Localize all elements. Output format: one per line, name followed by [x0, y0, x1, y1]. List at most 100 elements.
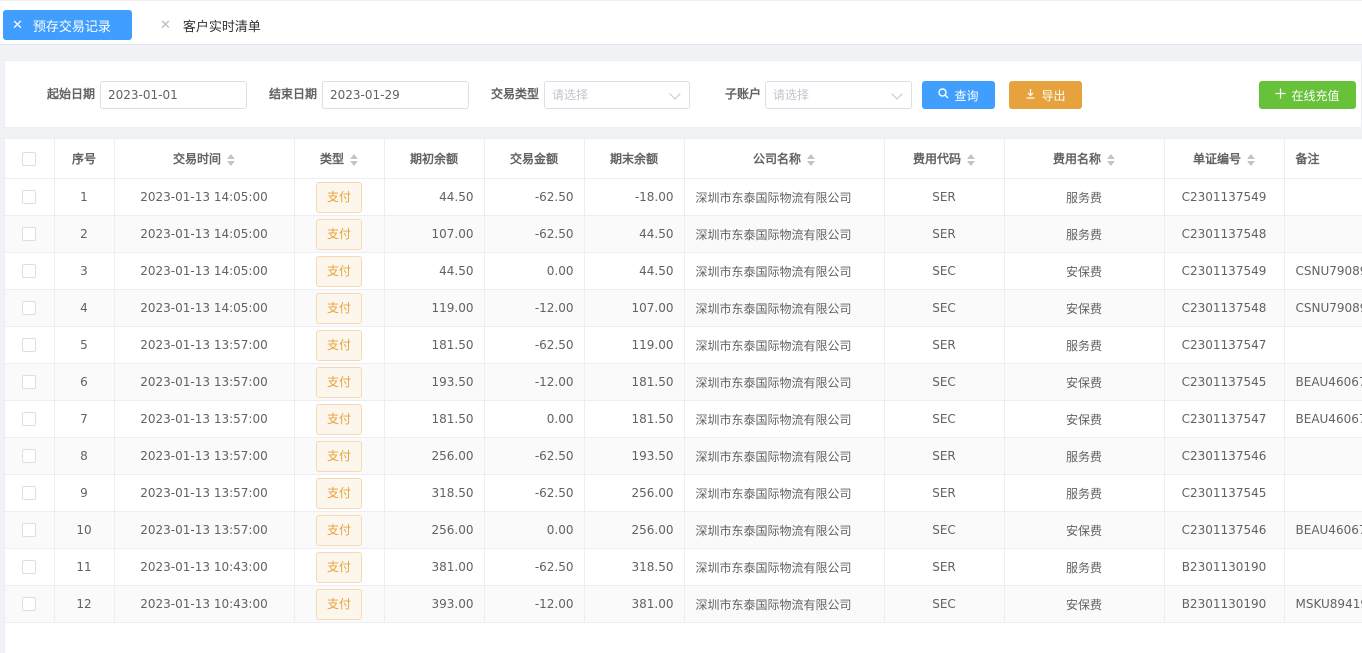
close-icon[interactable]: ✕	[12, 18, 23, 33]
cell-open-balance: 193.50	[384, 363, 485, 401]
cell-voucher: C2301137548	[1164, 215, 1285, 253]
cell-amount: 0.00	[484, 511, 585, 549]
end-date-input[interactable]: 2023-01-29	[322, 81, 469, 109]
table-row[interactable]: 6 2023-01-13 13:57:00 支付 193.50 -12.00 181.50…	[5, 363, 1362, 401]
cell-amount: -62.50	[484, 178, 585, 216]
row-checkbox[interactable]	[22, 412, 37, 427]
row-checkbox[interactable]	[22, 227, 37, 242]
cell-remark: CSNU79089	[1284, 289, 1362, 327]
header-type[interactable]: 类型	[294, 138, 385, 179]
row-checkbox[interactable]	[22, 449, 37, 464]
cell-amount: -12.00	[484, 289, 585, 327]
export-button-label: 导出	[1041, 88, 1066, 103]
row-checkbox[interactable]	[22, 301, 37, 316]
cell-fee-name: 安保费	[1004, 400, 1165, 438]
row-checkbox[interactable]	[22, 338, 37, 353]
table-row[interactable]: 2 2023-01-13 14:05:00 支付 107.00 -62.50 44.50 深…	[5, 215, 1362, 253]
online-recharge-button-label: 在线充值	[1291, 88, 1340, 103]
table-row[interactable]: 8 2023-01-13 13:57:00 支付 256.00 -62.50 193.50…	[5, 437, 1362, 475]
download-icon	[1025, 88, 1036, 102]
table-row[interactable]: 12 2023-01-13 10:43:00 支付 393.00 -12.00 381.0…	[5, 585, 1362, 623]
header-amount-label: 交易金额	[509, 152, 558, 166]
cell-open-balance: 119.00	[384, 289, 485, 327]
header-fee-code-label: 费用代码	[912, 152, 961, 166]
row-select-cell	[5, 326, 55, 364]
trade-type-label: 交易类型	[491, 87, 540, 101]
cell-open-balance: 381.00	[384, 548, 485, 586]
row-select-cell	[5, 252, 55, 290]
cell-company: 深圳市东泰国际物流有限公司	[684, 474, 885, 512]
cell-index: 1	[54, 178, 115, 216]
header-company[interactable]: 公司名称	[684, 138, 885, 179]
table-row[interactable]: 4 2023-01-13 14:05:00 支付 119.00 -12.00 107.00…	[5, 289, 1362, 327]
cell-type: 支付	[294, 585, 385, 623]
select-all-checkbox[interactable]	[22, 151, 37, 166]
cell-fee-name: 安保费	[1004, 289, 1165, 327]
cell-fee-code: SEC	[884, 252, 1005, 290]
cell-time: 2023-01-13 10:43:00	[114, 585, 295, 623]
table-row[interactable]: 11 2023-01-13 10:43:00 支付 381.00 -62.50 318.5…	[5, 548, 1362, 586]
tab-customer-list[interactable]: ✕ 客户实时清单	[160, 10, 261, 40]
cell-time: 2023-01-13 13:57:00	[114, 400, 295, 438]
row-checkbox[interactable]	[22, 597, 37, 612]
cell-amount: -12.00	[484, 363, 585, 401]
sort-icon[interactable]	[1107, 153, 1115, 166]
cell-fee-code: SER	[884, 474, 1005, 512]
cell-time: 2023-01-13 10:43:00	[114, 548, 295, 586]
cell-open-balance: 318.50	[384, 474, 485, 512]
row-checkbox[interactable]	[22, 375, 37, 390]
sort-icon[interactable]	[227, 153, 235, 166]
table-row[interactable]: 5 2023-01-13 13:57:00 支付 181.50 -62.50 119.00…	[5, 326, 1362, 364]
row-select-cell	[5, 178, 55, 216]
cell-time: 2023-01-13 14:05:00	[114, 252, 295, 290]
cell-open-balance: 393.00	[384, 585, 485, 623]
search-icon	[938, 88, 949, 102]
cell-remark: BEAU46067	[1284, 363, 1362, 401]
sort-icon[interactable]	[350, 153, 358, 166]
start-date-input[interactable]: 2023-01-01	[100, 81, 247, 109]
cell-type: 支付	[294, 548, 385, 586]
sort-icon[interactable]	[1247, 153, 1255, 166]
tab-prestore-records[interactable]: ✕ 预存交易记录	[3, 10, 132, 40]
sub-account-select[interactable]: 请选择	[765, 81, 912, 109]
sort-icon[interactable]	[807, 153, 815, 166]
cell-fee-name: 服务费	[1004, 178, 1165, 216]
cell-company: 深圳市东泰国际物流有限公司	[684, 178, 885, 216]
sort-icon[interactable]	[967, 153, 975, 166]
cell-fee-name: 安保费	[1004, 511, 1165, 549]
row-checkbox[interactable]	[22, 523, 37, 538]
header-time[interactable]: 交易时间	[114, 138, 295, 179]
cell-voucher: C2301137549	[1164, 178, 1285, 216]
table-row[interactable]: 1 2023-01-13 14:05:00 支付 44.50 -62.50 -18.00 深…	[5, 178, 1362, 216]
cell-company: 深圳市东泰国际物流有限公司	[684, 437, 885, 475]
header-voucher[interactable]: 单证编号	[1164, 138, 1285, 179]
table-row[interactable]: 10 2023-01-13 13:57:00 支付 256.00 0.00 256.00 深…	[5, 511, 1362, 549]
table-header-row: 序号 交易时间 类型 期初余额 交易金额 期末余额 公司名称 费用代码 费用名称…	[5, 138, 1362, 179]
close-icon[interactable]: ✕	[160, 18, 171, 33]
plus-icon	[1275, 88, 1286, 102]
cell-close-balance: 181.50	[584, 400, 685, 438]
header-time-label: 交易时间	[172, 152, 221, 166]
table-row[interactable]: 9 2023-01-13 13:57:00 支付 318.50 -62.50 256.00…	[5, 474, 1362, 512]
row-select-cell	[5, 215, 55, 253]
online-recharge-button[interactable]: 在线充值	[1259, 81, 1356, 109]
cell-company: 深圳市东泰国际物流有限公司	[684, 585, 885, 623]
cell-amount: 0.00	[484, 400, 585, 438]
search-button[interactable]: 查询	[922, 81, 995, 109]
row-checkbox[interactable]	[22, 190, 37, 205]
cell-company: 深圳市东泰国际物流有限公司	[684, 548, 885, 586]
cell-amount: -62.50	[484, 326, 585, 364]
row-checkbox[interactable]	[22, 264, 37, 279]
table-row[interactable]: 3 2023-01-13 14:05:00 支付 44.50 0.00 44.50 深圳市东…	[5, 252, 1362, 290]
cell-fee-name: 服务费	[1004, 474, 1165, 512]
cell-fee-name: 服务费	[1004, 326, 1165, 364]
cell-close-balance: 44.50	[584, 252, 685, 290]
cell-amount: -62.50	[484, 474, 585, 512]
table-row[interactable]: 7 2023-01-13 13:57:00 支付 181.50 0.00 181.50 深圳…	[5, 400, 1362, 438]
header-fee-name[interactable]: 费用名称	[1004, 138, 1165, 179]
trade-type-select[interactable]: 请选择	[544, 81, 690, 109]
row-checkbox[interactable]	[22, 560, 37, 575]
header-fee-code[interactable]: 费用代码	[884, 138, 1005, 179]
export-button[interactable]: 导出	[1009, 81, 1082, 109]
row-checkbox[interactable]	[22, 486, 37, 501]
